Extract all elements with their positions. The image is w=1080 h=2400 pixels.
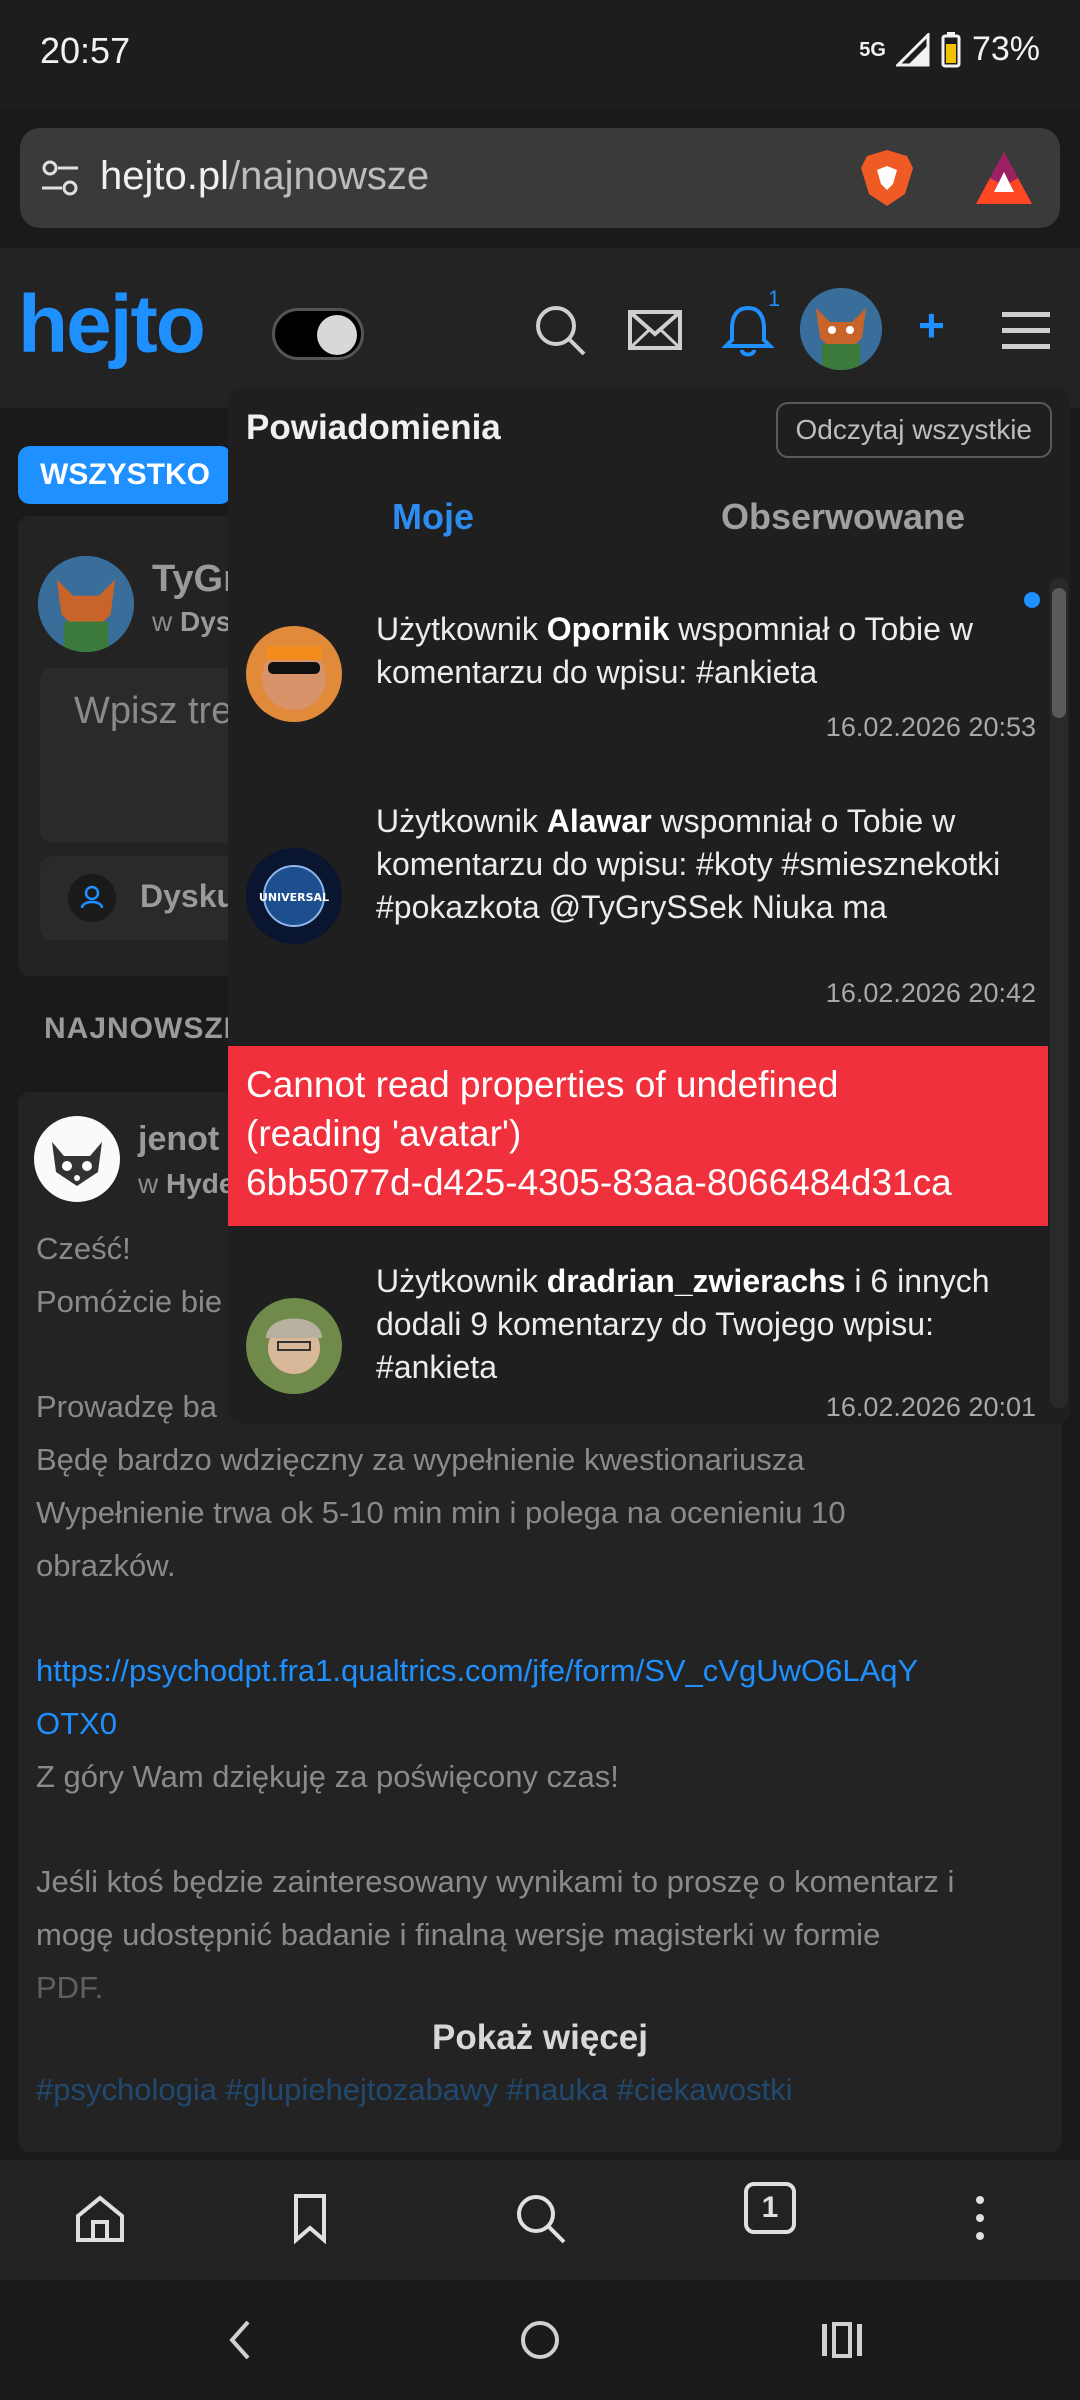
tab-mine[interactable]: Moje [228, 496, 638, 538]
post-line: obrazków. [36, 1548, 176, 1583]
network-type: 5G [859, 38, 886, 61]
screen: 20:57 5G 73% hejto.pl/najnowsze hejto 1 [0, 0, 1080, 2400]
home-nav-icon[interactable] [518, 2316, 562, 2364]
notification-text: Użytkownik Opornik wspomniał o Tobie w k… [376, 608, 1016, 694]
universal-label: UNIVERSAL [259, 891, 329, 904]
notification-text: Użytkownik dradrian_zwierachs i 6 innych… [376, 1260, 1016, 1389]
post-line: Jeśli ktoś będzie zainteresowany wynikam… [36, 1864, 955, 1899]
error-line: (reading 'avatar') [246, 1113, 522, 1154]
post-community-name[interactable]: Hyde [166, 1168, 234, 1199]
notification-user: Opornik [546, 611, 670, 647]
search-icon[interactable] [530, 300, 590, 360]
error-line: Cannot read properties of undefined [246, 1064, 839, 1105]
post-line: PDF. [36, 1970, 104, 2005]
theme-toggle[interactable] [272, 308, 364, 360]
menu-icon[interactable] [996, 300, 1056, 360]
notification-avatar: UNIVERSAL [246, 848, 342, 944]
user-icon [68, 874, 116, 922]
messages-icon[interactable] [625, 300, 685, 360]
hejto-logo[interactable]: hejto [18, 278, 206, 372]
bell-badge: 1 [768, 286, 781, 311]
post-line: mogę udostępnić badanie i finalną wersje… [36, 1917, 881, 1952]
site-settings-icon[interactable] [38, 156, 82, 200]
tab-observed[interactable]: Obserwowane [638, 496, 1048, 538]
person-avatar-icon [246, 1298, 342, 1394]
notification-prefix: Użytkownik [376, 1263, 547, 1299]
brave-rewards-icon[interactable] [972, 148, 1036, 208]
composer-community-name: Dys [180, 606, 232, 637]
notification-date: 16.02.2026 20:53 [825, 712, 1036, 742]
notification-user: Alawar [546, 803, 652, 839]
notification-item[interactable]: UNIVERSAL Użytkownik Alawar wspomniał o … [228, 800, 1048, 1040]
post-author[interactable]: jenot [138, 1120, 219, 1159]
battery-icon [941, 31, 961, 67]
post-link[interactable]: OTX0 [36, 1697, 1046, 1750]
composer-avatar [38, 556, 134, 652]
post-link[interactable]: https://psychodpt.fra1.qualtrics.com/jfe… [36, 1644, 1046, 1697]
fox-avatar-icon [800, 288, 882, 370]
status-time: 20:57 [40, 30, 131, 71]
category-label: Dysku [140, 878, 237, 914]
bookmark-icon[interactable] [282, 2190, 338, 2246]
read-all-button[interactable]: Odczytaj wszystkie [775, 402, 1052, 458]
error-id: 6bb5077d-d425-4305-83aa-8066484d31ca [246, 1162, 952, 1203]
composer-in-prefix: w [152, 606, 180, 637]
more-options-icon[interactable] [952, 2190, 1008, 2246]
notification-prefix: Użytkownik [376, 803, 547, 839]
url-path: /najnowsze [228, 154, 430, 198]
notifications-title: Powiadomienia [246, 408, 501, 447]
post-community: w Hyde [138, 1168, 234, 1200]
tab-all[interactable]: WSZYSTKO [18, 446, 232, 504]
add-post-button[interactable]: + [918, 298, 945, 352]
address-bar[interactable]: hejto.pl/najnowsze [20, 128, 1060, 228]
notification-avatar [246, 626, 342, 722]
notification-item[interactable]: Użytkownik Opornik wspomniał o Tobie w k… [228, 608, 1048, 758]
post-line: Z góry Wam dziękuję za poświęcony czas! [36, 1759, 619, 1794]
notifications-dropdown: Powiadomienia Odczytaj wszystkie Moje Ob… [228, 388, 1070, 1424]
status-bar: 20:57 5G 73% [0, 0, 1080, 110]
notification-date: 16.02.2026 20:42 [825, 978, 1036, 1008]
person-avatar-icon [246, 626, 342, 722]
scroll-thumb[interactable] [1052, 588, 1066, 718]
raccoon-avatar-icon [35, 1117, 119, 1201]
url-host: hejto.pl [100, 154, 229, 198]
composer-username: TyGr [152, 558, 238, 600]
tabs-button[interactable]: 1 [744, 2182, 796, 2234]
recent-apps-icon[interactable] [818, 2316, 866, 2364]
unread-dot [1024, 592, 1040, 608]
status-right: 5G 73% [859, 30, 1040, 69]
search-icon[interactable] [512, 2190, 568, 2246]
back-icon[interactable] [220, 2316, 260, 2364]
home-icon[interactable] [72, 2190, 128, 2246]
notification-avatar [246, 1298, 342, 1394]
composer-community: w Dys [152, 606, 231, 638]
toggle-knob [317, 315, 357, 355]
section-label: NAJNOWSZE [44, 1012, 245, 1045]
post-line: Będę bardzo wdzięczny za wypełnienie kwe… [36, 1442, 805, 1477]
error-toast[interactable]: Cannot read properties of undefined (rea… [228, 1046, 1048, 1226]
universal-logo-icon: UNIVERSAL [246, 848, 342, 944]
post-tags[interactable]: #psychologia #glupiehejtozabawy #nauka #… [36, 2072, 793, 2108]
notification-item[interactable]: Użytkownik dradrian_zwierachs i 6 innych… [228, 1260, 1048, 1424]
notification-prefix: Użytkownik [376, 611, 547, 647]
notification-text: Użytkownik Alawar wspomniał o Tobie w ko… [376, 800, 1016, 929]
user-avatar[interactable] [800, 288, 882, 370]
system-nav-bar [0, 2280, 1080, 2400]
signal-icon [895, 32, 930, 66]
notification-date: 16.02.2026 20:01 [825, 1392, 1036, 1422]
show-more-button[interactable]: Pokaż więcej [18, 2018, 1062, 2058]
post-author-avatar[interactable] [34, 1116, 120, 1202]
browser-bottom-nav: 1 [0, 2160, 1080, 2280]
post-in-prefix: w [138, 1168, 166, 1199]
brave-shields-icon[interactable] [855, 146, 919, 210]
notification-user: dradrian_zwierachs [546, 1263, 846, 1299]
fox-avatar-icon [38, 556, 134, 652]
site-header: hejto 1 + [0, 248, 1080, 408]
url-text[interactable]: hejto.pl/najnowsze [100, 154, 429, 199]
battery-level: 73% [971, 30, 1040, 68]
post-line: Wypełnienie trwa ok 5-10 min min i poleg… [36, 1495, 846, 1530]
